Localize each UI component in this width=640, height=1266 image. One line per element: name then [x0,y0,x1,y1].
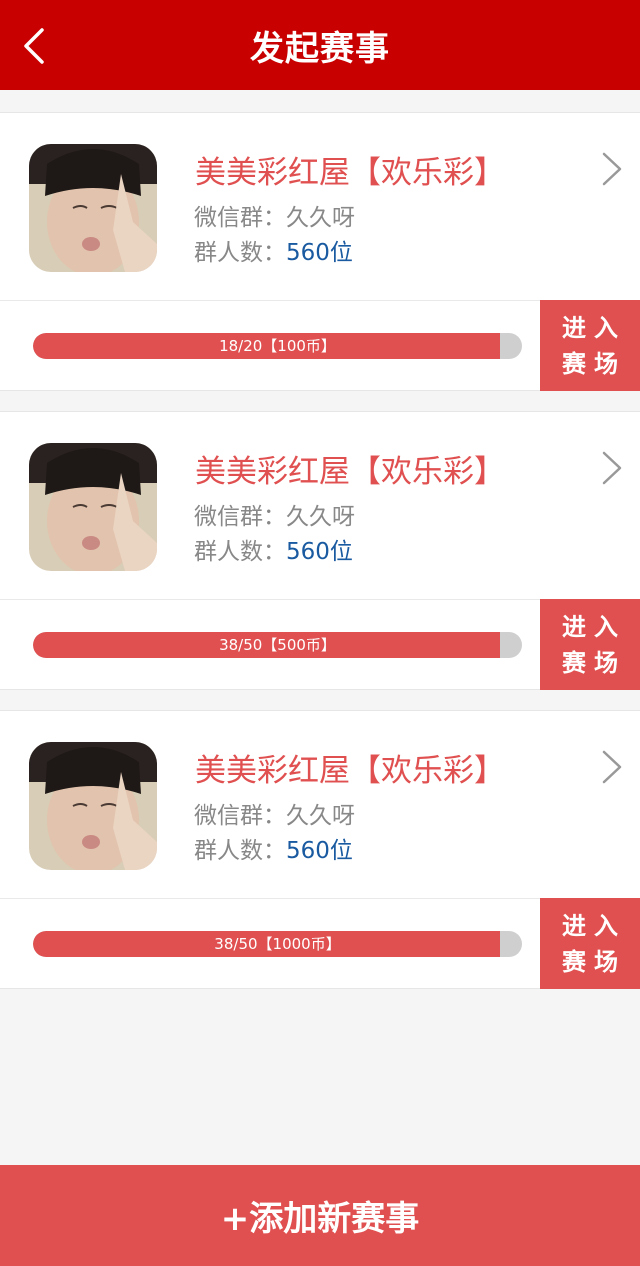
event-card-progress-row: 18/20【100币】 进入 赛场 [0,300,640,391]
progress-label: 38/50【500币】 [219,636,336,654]
chevron-left-icon[interactable] [18,26,48,66]
member-count-line: 群人数：560位 [194,831,353,865]
event-card-info[interactable]: 美美彩红屋【欢乐彩】 微信群：久久呀 群人数：560位 [0,412,640,600]
wechat-group-label: 微信群： [194,803,286,829]
chevron-right-icon[interactable] [600,450,624,486]
member-count-value: 560位 [286,539,353,565]
avatar [29,742,157,870]
event-card: 美美彩红屋【欢乐彩】 微信群：久久呀 群人数：560位 38/50【1000币】… [0,710,640,989]
enter-arena-label-line1: 进入 [562,911,626,940]
page-title: 发起赛事 [250,28,390,69]
enter-arena-label-line1: 进入 [562,612,626,641]
enter-arena-label-line2: 赛场 [562,947,626,976]
member-count-value: 560位 [286,838,353,864]
member-count-value: 560位 [286,240,353,266]
member-count-label: 群人数： [194,240,286,266]
event-card-info[interactable]: 美美彩红屋【欢乐彩】 微信群：久久呀 群人数：560位 [0,113,640,301]
add-new-event-button[interactable]: +添加新赛事 [0,1165,640,1266]
event-card: 美美彩红屋【欢乐彩】 微信群：久久呀 群人数：560位 38/50【500币】 … [0,411,640,690]
enter-arena-label-line2: 赛场 [562,648,626,677]
progress-bar: 18/20【100币】 [33,333,522,359]
event-card-progress-row: 38/50【500币】 进入 赛场 [0,599,640,690]
progress-label: 18/20【100币】 [219,337,336,355]
enter-arena-button[interactable]: 进入 赛场 [540,898,640,989]
enter-arena-label-line2: 赛场 [562,349,626,378]
wechat-group-label: 微信群： [194,504,286,530]
progress-label: 38/50【1000币】 [214,935,341,953]
event-list: 美美彩红屋【欢乐彩】 微信群：久久呀 群人数：560位 18/20【100币】 … [0,112,640,1009]
member-count-line: 群人数：560位 [194,532,353,566]
wechat-group-line: 微信群：久久呀 [194,497,355,531]
member-count-label: 群人数： [194,838,286,864]
group-name: 美美彩红屋【欢乐彩】 [195,753,505,789]
member-count-line: 群人数：560位 [194,233,353,267]
member-count-label: 群人数： [194,539,286,565]
event-card-info[interactable]: 美美彩红屋【欢乐彩】 微信群：久久呀 群人数：560位 [0,711,640,899]
wechat-group-line: 微信群：久久呀 [194,796,355,830]
progress-bar: 38/50【500币】 [33,632,522,658]
group-name: 美美彩红屋【欢乐彩】 [195,155,505,191]
chevron-right-icon[interactable] [600,749,624,785]
group-name: 美美彩红屋【欢乐彩】 [195,454,505,490]
avatar [29,144,157,272]
wechat-group-line: 微信群：久久呀 [194,198,355,232]
wechat-group-value: 久久呀 [286,205,355,231]
event-card: 美美彩红屋【欢乐彩】 微信群：久久呀 群人数：560位 18/20【100币】 … [0,112,640,391]
progress-bar: 38/50【1000币】 [33,931,522,957]
enter-arena-button[interactable]: 进入 赛场 [540,300,640,391]
event-card-progress-row: 38/50【1000币】 进入 赛场 [0,898,640,989]
enter-arena-button[interactable]: 进入 赛场 [540,599,640,690]
chevron-right-icon[interactable] [600,151,624,187]
avatar [29,443,157,571]
wechat-group-label: 微信群： [194,205,286,231]
top-bar: 发起赛事 [0,0,640,90]
wechat-group-value: 久久呀 [286,803,355,829]
enter-arena-label-line1: 进入 [562,313,626,342]
wechat-group-value: 久久呀 [286,504,355,530]
